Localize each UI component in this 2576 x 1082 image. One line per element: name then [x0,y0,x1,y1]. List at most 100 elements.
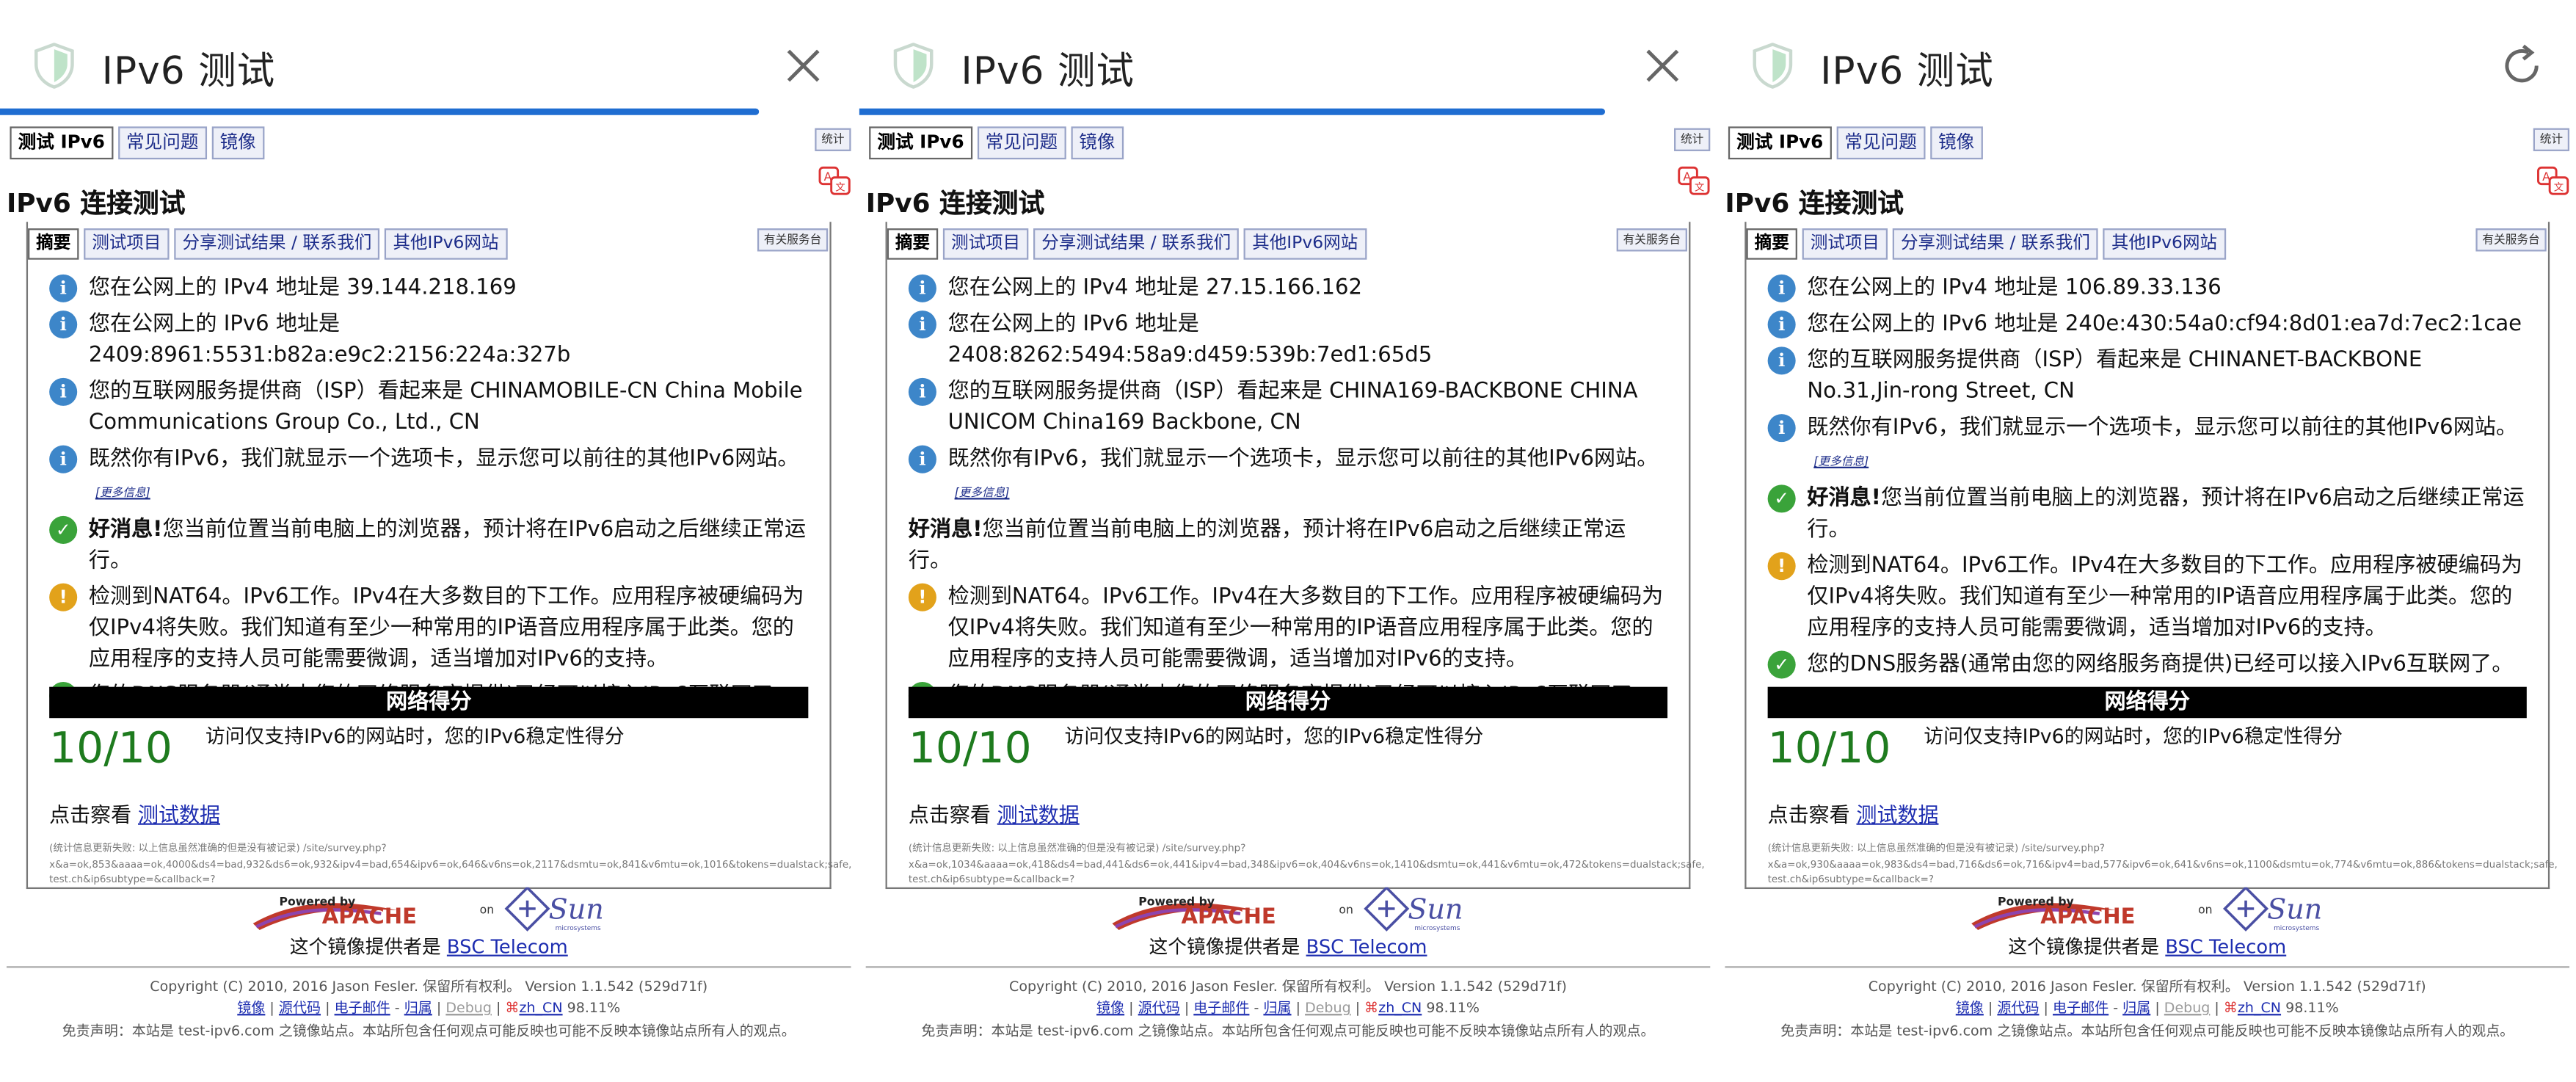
main-tabs: 测试 IPv6 常见问题 镜像 [10,126,264,160]
isp-row: i 您的互联网服务提供商（ISP）看起来是 CHINA169-BACKBONE … [908,377,1667,439]
tab-share[interactable]: 分享测试结果 / 联系我们 [174,228,380,260]
screenshot-canvas: IPv6 测试 测试 IPv6 常见问题 镜像 统计 A 文 IPv6 连接测试… [0,0,2576,1081]
tab-other-sites[interactable]: 其他IPv6网站 [385,228,507,260]
tab-test-ipv6[interactable]: 测试 IPv6 [869,126,972,160]
close-icon[interactable] [1638,41,1687,90]
translate-icon[interactable]: A 文 [1678,166,1711,195]
tab-share[interactable]: 分享测试结果 / 联系我们 [1033,228,1240,260]
copyright: Copyright (C) 2010, 2016 Jason Fesler. 保… [1009,979,1567,996]
close-icon[interactable] [779,41,828,90]
result-messages: i 您在公网上的 IPv4 地址是 106.89.33.136 i 您在公网上的… [1767,273,2527,686]
footer-link-email[interactable]: 电子邮件 [335,1001,390,1017]
tab-tests[interactable]: 测试项目 [942,228,1029,260]
footer-link-source[interactable]: 源代码 [1997,1001,2039,1017]
tab-summary[interactable]: 摘要 [887,228,939,260]
nat64-row: ! 检测到NAT64。IPv6工作。IPv4在大多数目的下工作。应用程序被硬编码… [908,581,1667,675]
footer-link-mirror[interactable]: 镜像 [1956,1001,1984,1017]
footer-link-language[interactable]: zh_CN [1378,1001,1422,1017]
powered-by-logo: Powered by APACHE on Sun microsystems [1971,887,2322,932]
more-info-link[interactable]: [更多信息] [95,487,150,500]
provider-link[interactable]: BSC Telecom [2165,935,2286,958]
tab-faq[interactable]: 常见问题 [117,126,207,160]
tab-faq[interactable]: 常见问题 [977,126,1066,160]
translate-icon[interactable]: A 文 [818,166,851,195]
info-icon: i [49,377,78,406]
tab-mirrors[interactable]: 镜像 [211,126,264,160]
reload-icon[interactable] [2497,41,2547,90]
more-info-link[interactable]: [更多信息] [1813,455,1869,468]
info-icon: i [49,445,78,473]
footer-link-debug[interactable]: Debug [2164,1001,2211,1017]
help-desk-tab[interactable]: 有关服务台 [1616,228,1687,252]
ipv6-tab-row: i 既然你有IPv6，我们就显示一个选项卡，显示您可以前往的其他IPv6网站。 [… [49,443,808,509]
tab-summary[interactable]: 摘要 [28,228,79,260]
tab-test-ipv6[interactable]: 测试 IPv6 [1728,126,1832,160]
score-value: 10/10 [49,725,172,774]
page-title: IPv6 测试 [1820,51,1994,94]
footer-link-language[interactable]: zh_CN [519,1001,562,1017]
footer-link-mirror[interactable]: 镜像 [237,1001,265,1017]
good-news-label: 好消息! [1807,486,1881,512]
load-progress-bar [0,108,760,115]
good-news-row: ✓ 好消息!您当前位置当前电脑上的浏览器，预计将在IPv6启动之后继续正常运行。 [1767,483,2527,545]
view-data-label: 点击察看 [1767,802,1850,827]
shield-icon [893,43,934,89]
page-heading: IPv6 连接测试 [1725,187,1904,219]
test-data-link[interactable]: 测试数据 [138,802,220,827]
tab-other-sites[interactable]: 其他IPv6网站 [2103,228,2226,260]
test-data-link[interactable]: 测试数据 [997,802,1080,827]
powered-by-logo: Powered by APACHE on Sun microsystems [252,887,604,932]
svg-text:文: 文 [835,182,845,194]
footer-translate-icon: ⌘ [1364,1001,1379,1017]
good-news-row: ✓ 好消息!您当前位置当前电脑上的浏览器，预计将在IPv6启动之后继续正常运行。 [49,515,808,577]
sun-logo-mark [2223,887,2269,932]
footer-translate-icon: ⌘ [2223,1001,2238,1017]
good-news-row: 好消息!您当前位置当前电脑上的浏览器，预计将在IPv6启动之后继续正常运行。 [909,515,1667,577]
footer-link-language[interactable]: zh_CN [2238,1001,2281,1017]
info-icon: i [1767,414,1796,443]
svg-text:文: 文 [2554,182,2564,194]
on-text: on [480,903,495,917]
help-desk-tab[interactable]: 有关服务台 [757,228,829,252]
translate-icon[interactable]: A 文 [2536,166,2569,195]
dns-row: ✓ 您的DNS服务器(通常由您的网络服务商提供)已经可以接入IPv6互联网了。 [1767,649,2527,680]
footer-link-source[interactable]: 源代码 [1138,1001,1180,1017]
more-info-link[interactable]: [更多信息] [955,487,1010,500]
footer-divider [865,966,1711,968]
tab-mirrors[interactable]: 镜像 [1929,126,1983,160]
warning-icon: ! [908,583,936,611]
tab-faq[interactable]: 常见问题 [1836,126,1926,160]
footer-link-debug[interactable]: Debug [1305,1001,1351,1017]
help-desk-tab[interactable]: 有关服务台 [2475,228,2547,252]
footer-link-attribution[interactable]: 归属 [404,1001,432,1017]
title-bar: IPv6 测试 [0,0,858,115]
tab-mirrors[interactable]: 镜像 [1071,126,1124,160]
score-header: 网络得分 [49,686,809,719]
footer-link-source[interactable]: 源代码 [279,1001,321,1017]
info-icon: i [908,377,936,406]
info-icon: i [908,311,936,339]
result-messages: i 您在公网上的 IPv4 地址是 27.15.166.162 i 您在公网上的… [908,273,1667,716]
tab-tests[interactable]: 测试项目 [84,228,170,260]
stats-tab[interactable]: 统计 [2533,128,2570,151]
provider-link[interactable]: BSC Telecom [1306,935,1427,958]
footer-link-email[interactable]: 电子邮件 [1193,1001,1249,1017]
tab-test-ipv6[interactable]: 测试 IPv6 [10,126,114,160]
provider-link[interactable]: BSC Telecom [447,935,568,958]
tab-other-sites[interactable]: 其他IPv6网站 [1244,228,1367,260]
tab-summary[interactable]: 摘要 [1746,228,1797,260]
footer-link-attribution[interactable]: 归属 [1263,1001,1291,1017]
stats-tab[interactable]: 统计 [1674,128,1711,151]
tab-tests[interactable]: 测试项目 [1802,228,1888,260]
footer-link-mirror[interactable]: 镜像 [1096,1001,1124,1017]
footer-link-debug[interactable]: Debug [445,1001,492,1017]
isp-text: 您的互联网服务提供商（ISP）看起来是 CHINAMOBILE-CN China… [88,380,803,436]
mirror-provider: 这个镜像提供者是 BSC Telecom [1718,933,2575,959]
debug-line: x&a=ok,853&aaaa=ok,4000&ds4=bad,932&ds6=… [49,858,852,871]
test-data-link[interactable]: 测试数据 [1857,802,1939,827]
footer-link-attribution[interactable]: 归属 [2122,1001,2150,1017]
ipv6-tab-text: 既然你有IPv6，我们就显示一个选项卡，显示您可以前往的其他IPv6网站。 [1807,415,2518,440]
tab-share[interactable]: 分享测试结果 / 联系我们 [1892,228,2099,260]
footer-link-email[interactable]: 电子邮件 [2053,1001,2109,1017]
stats-tab[interactable]: 统计 [815,128,851,151]
